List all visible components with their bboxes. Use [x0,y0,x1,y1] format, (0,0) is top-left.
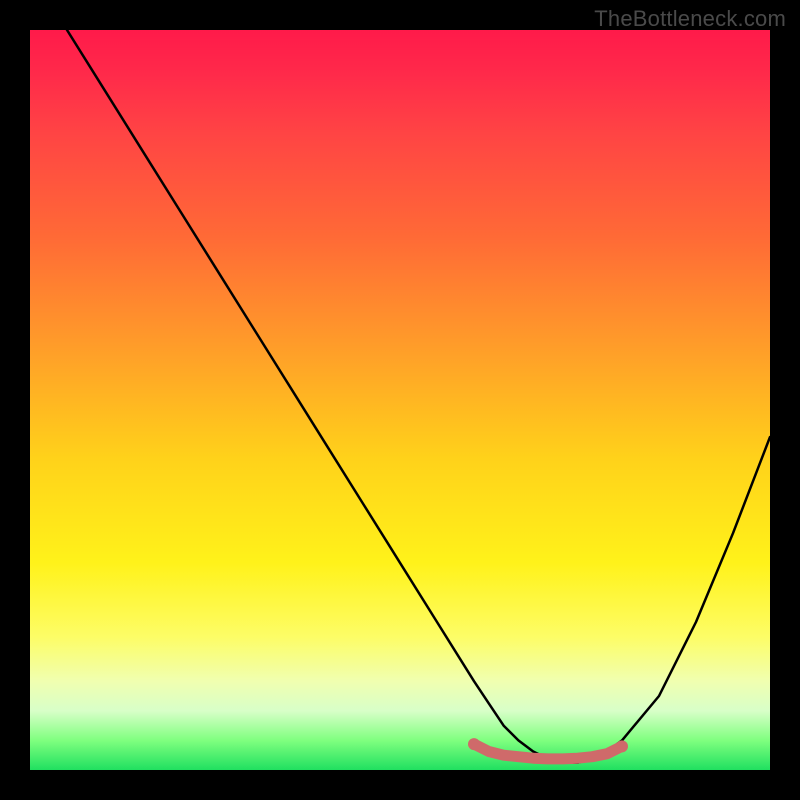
watermark-text: TheBottleneck.com [594,6,786,32]
highlight-end-dot [616,740,628,752]
chart-svg [30,30,770,770]
chart-plot-area [30,30,770,770]
highlight-start-dot [468,738,480,750]
optimal-range-highlight-path [474,744,622,759]
bottleneck-curve-path [67,30,770,763]
